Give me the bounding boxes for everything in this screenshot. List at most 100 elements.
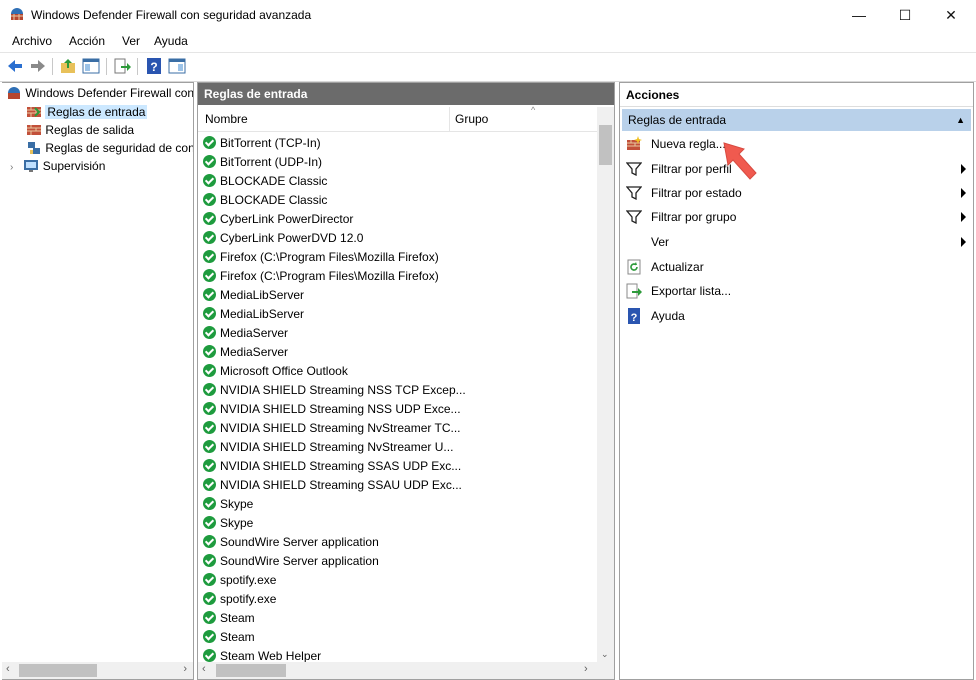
enabled-check-icon [203,497,216,511]
scroll-left-icon[interactable]: ‹ [202,663,206,675]
connection-security-icon [28,141,40,154]
enabled-check-icon [203,345,216,359]
title-bar: Windows Defender Firewall con seguridad … [0,0,976,30]
up-folder-icon[interactable] [59,57,77,75]
tree-item-reglas-salida[interactable]: Reglas de salida [26,122,134,139]
rule-row[interactable]: BitTorrent (TCP-In) [203,134,598,153]
filter-icon [626,162,642,177]
enabled-check-icon [203,269,216,283]
rule-row[interactable]: Steam [203,609,598,628]
rule-row[interactable]: BitTorrent (UDP-In) [203,153,598,172]
enabled-check-icon [203,478,216,492]
help-icon[interactable]: ? [145,57,163,75]
action-filtrar-perfil[interactable]: Filtrar por perfil [626,158,966,180]
svg-text:?: ? [631,312,638,324]
close-button[interactable]: ✕ [928,0,974,30]
menu-ver[interactable]: Ver [122,34,140,48]
rule-row[interactable]: Skype [203,495,598,514]
monitoring-icon [24,159,39,172]
rules-horizontal-scrollbar[interactable]: ‹ › [198,662,614,679]
inbound-rules-icon [27,106,41,117]
rule-row[interactable]: NVIDIA SHIELD Streaming NSS UDP Exce... [203,400,598,419]
rules-pane: Reglas de entrada Nombre Grupo ^ BitTorr… [197,82,615,680]
tree-horizontal-scrollbar[interactable]: ‹ › [2,662,193,679]
maximize-button[interactable]: ☐ [882,0,928,30]
collapse-up-icon[interactable]: ▲ [956,109,965,131]
tree-item-reglas-entrada[interactable]: Reglas de entrada [26,104,148,121]
rule-row[interactable]: Firefox (C:\Program Files\Mozilla Firefo… [203,267,598,286]
toolbar-separator [106,58,107,75]
rule-row[interactable]: Microsoft Office Outlook [203,362,598,381]
scroll-down-icon[interactable]: ⌄ [601,649,609,660]
rule-row[interactable]: NVIDIA SHIELD Streaming SSAU UDP Exc... [203,476,598,495]
rule-row[interactable]: spotify.exe [203,571,598,590]
rule-name: spotify.exe [220,592,277,606]
scroll-left-icon[interactable]: ‹ [6,663,10,675]
actions-section-header[interactable]: Reglas de entrada ▲ [622,109,971,131]
tree-root[interactable]: Windows Defender Firewall con seguridad … [6,85,193,102]
action-filtrar-grupo[interactable]: Filtrar por grupo [626,206,966,228]
action-nueva-regla[interactable]: Nueva regla... [626,133,966,155]
action-exportar-lista[interactable]: Exportar lista... [626,280,966,302]
outbound-rules-icon [27,124,41,135]
rule-row[interactable]: BLOCKADE Classic [203,172,598,191]
column-grupo[interactable]: Grupo [455,112,488,126]
scroll-right-icon[interactable]: › [584,663,588,675]
toolbar-separator [52,58,53,75]
menu-ayuda[interactable]: Ayuda [154,34,188,48]
rule-row[interactable]: CyberLink PowerDirector [203,210,598,229]
rule-row[interactable]: NVIDIA SHIELD Streaming SSAS UDP Exc... [203,457,598,476]
rule-row[interactable]: CyberLink PowerDVD 12.0 [203,229,598,248]
minimize-button[interactable]: — [836,0,882,30]
rule-row[interactable]: Firefox (C:\Program Files\Mozilla Firefo… [203,248,598,267]
show-hide-tree-icon[interactable] [82,57,100,75]
action-ayuda[interactable]: ? Ayuda [626,305,966,327]
tree-item-reglas-seguridad[interactable]: Reglas de seguridad de conexión [26,140,193,157]
rule-name: NVIDIA SHIELD Streaming SSAU UDP Exc... [220,478,462,492]
tree-item-supervision[interactable]: › Supervisión [10,158,105,175]
enabled-check-icon [203,516,216,530]
menu-accion[interactable]: Acción [69,34,105,48]
rule-row[interactable]: MediaLibServer [203,305,598,324]
forward-arrow-icon[interactable] [29,57,47,75]
rule-name: CyberLink PowerDirector [220,212,354,226]
rule-name: NVIDIA SHIELD Streaming NSS UDP Exce... [220,402,461,416]
action-ver[interactable]: Ver [626,231,966,253]
rule-row[interactable]: MediaServer [203,343,598,362]
action-actualizar[interactable]: Actualizar [626,256,966,278]
rule-row[interactable]: MediaLibServer [203,286,598,305]
scroll-right-icon[interactable]: › [183,663,187,675]
rule-row[interactable]: Skype [203,514,598,533]
rule-name: BLOCKADE Classic [220,193,328,207]
enabled-check-icon [203,136,216,150]
column-nombre[interactable]: Nombre [205,112,248,126]
expand-chevron-icon[interactable]: › [10,159,20,176]
rule-name: NVIDIA SHIELD Streaming SSAS UDP Exc... [220,459,462,473]
rule-row[interactable]: SoundWire Server application [203,552,598,571]
rule-name: Steam Web Helper [220,649,322,663]
enabled-check-icon [203,250,216,264]
rule-row[interactable]: MediaServer [203,324,598,343]
enabled-check-icon [203,649,216,663]
action-filtrar-estado[interactable]: Filtrar por estado [626,182,966,204]
rule-row[interactable]: NVIDIA SHIELD Streaming NSS TCP Excep... [203,381,598,400]
actions-pane: Acciones Reglas de entrada ▲ Nueva regla… [619,82,974,680]
rule-row[interactable]: NVIDIA SHIELD Streaming NvStreamer TC... [203,419,598,438]
rule-name: Firefox (C:\Program Files\Mozilla Firefo… [220,269,439,283]
rule-row[interactable]: NVIDIA SHIELD Streaming NvStreamer U... [203,438,598,457]
show-action-pane-icon[interactable] [168,57,186,75]
export-list-icon[interactable] [113,57,131,75]
rules-list: BitTorrent (TCP-In) BitTorrent (UDP-In) BL… [203,134,598,666]
rule-row[interactable]: BLOCKADE Classic [203,191,598,210]
scroll-thumb[interactable] [599,125,612,165]
column-divider[interactable] [449,107,450,131]
enabled-check-icon [203,193,216,207]
back-arrow-icon[interactable] [6,57,24,75]
rules-vertical-scrollbar[interactable]: ⌄ [597,107,614,662]
rule-row[interactable]: spotify.exe [203,590,598,609]
scroll-thumb[interactable] [216,664,286,677]
rule-row[interactable]: SoundWire Server application [203,533,598,552]
rule-row[interactable]: Steam [203,628,598,647]
menu-archivo[interactable]: Archivo [12,34,52,48]
scroll-thumb[interactable] [19,664,97,677]
